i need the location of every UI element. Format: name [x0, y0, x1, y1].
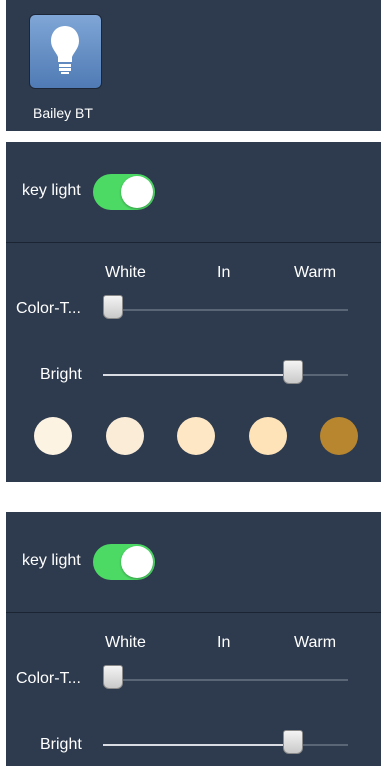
- brightness-thumb[interactable]: [282, 730, 303, 754]
- brightness-track[interactable]: [103, 744, 348, 746]
- light-title: key light: [22, 552, 81, 569]
- scale-label-warm: Warm: [294, 634, 337, 651]
- scale-label-in: In: [217, 634, 231, 651]
- color-temp-label: Color-T...: [16, 670, 81, 687]
- color-swatch-1[interactable]: [34, 417, 72, 455]
- lightbulb-icon: [51, 26, 79, 74]
- toggle-knob: [121, 546, 153, 578]
- brightness-fill: [103, 744, 292, 746]
- divider: [6, 612, 381, 613]
- device-name: Bailey BT: [33, 105, 93, 121]
- light-panel-2: key light White In Warm Color-T... Brigh…: [6, 512, 381, 766]
- color-swatch-5[interactable]: [320, 417, 358, 455]
- light-power-toggle[interactable]: [93, 544, 155, 580]
- light-title: key light: [22, 182, 81, 199]
- brightness-track[interactable]: [103, 374, 348, 376]
- light-panel-1: key light White In Warm Color-T... Brigh…: [6, 142, 381, 482]
- color-swatch-2[interactable]: [106, 417, 144, 455]
- brightness-thumb[interactable]: [282, 360, 303, 384]
- divider: [6, 242, 381, 243]
- brightness-label: Bright: [40, 736, 82, 753]
- light-power-toggle[interactable]: [93, 174, 155, 210]
- toggle-knob: [121, 176, 153, 208]
- scale-label-in: In: [217, 264, 231, 281]
- color-swatch-3[interactable]: [177, 417, 215, 455]
- brightness-fill: [103, 374, 292, 376]
- color-temp-track[interactable]: [103, 309, 348, 311]
- device-tile[interactable]: [29, 14, 102, 89]
- scale-label-white: White: [105, 634, 146, 651]
- color-temp-track[interactable]: [103, 679, 348, 681]
- scale-label-warm: Warm: [294, 264, 337, 281]
- device-panel: Bailey BT: [6, 0, 381, 131]
- color-temp-label: Color-T...: [16, 300, 81, 317]
- brightness-label: Bright: [40, 366, 82, 383]
- scale-label-white: White: [105, 264, 146, 281]
- color-swatch-4[interactable]: [249, 417, 287, 455]
- color-temp-thumb[interactable]: [103, 295, 123, 319]
- color-temp-thumb[interactable]: [103, 665, 123, 689]
